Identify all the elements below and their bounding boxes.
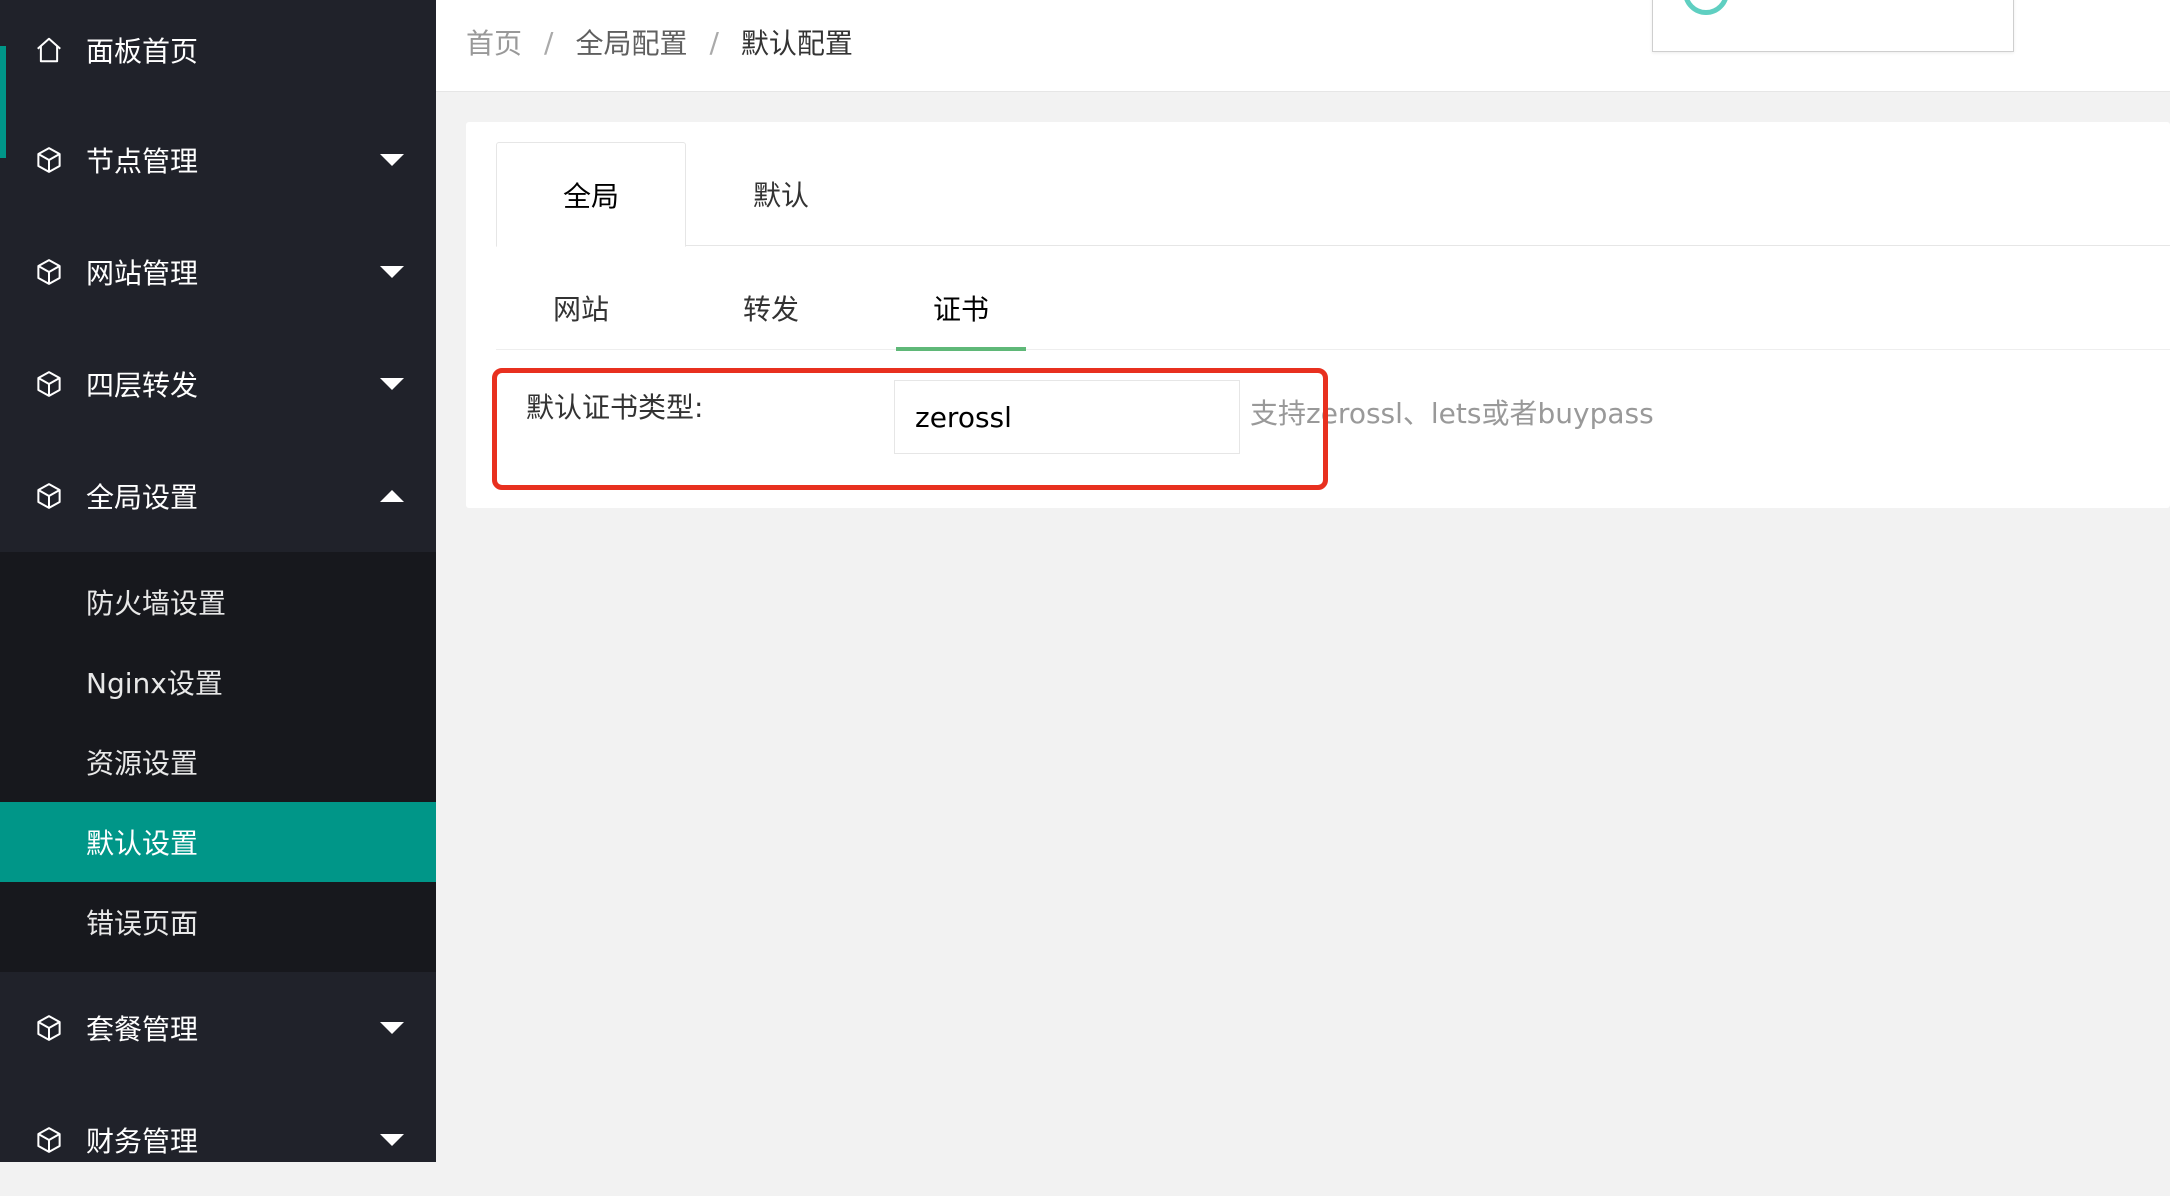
success-ring-icon: [1683, 0, 1729, 15]
global-settings-submenu: 防火墙设置 Nginx设置 资源设置 默认设置 错误页面: [0, 552, 436, 972]
sidebar-item-label: 财务管理: [86, 1125, 199, 1158]
cube-icon: [34, 145, 64, 175]
default-cert-type-hint: 支持zerossl、lets或者buypass: [1250, 397, 1654, 430]
sidebar-item-label: 面板首页: [86, 35, 199, 68]
submenu-item-nginx[interactable]: Nginx设置: [0, 642, 436, 722]
chevron-up-icon: [380, 490, 404, 502]
breadcrumb-global-config[interactable]: 全局配置: [575, 22, 687, 62]
chevron-down-icon: [380, 1022, 404, 1034]
submenu-item-label: 防火墙设置: [86, 587, 227, 620]
sub-tab-bar: 网站 转发 证书: [496, 266, 2170, 351]
default-cert-type-input[interactable]: [894, 380, 1240, 454]
tab-website[interactable]: 网站: [516, 266, 646, 350]
submenu-item-default-settings[interactable]: 默认设置: [0, 802, 436, 882]
chevron-down-icon: [380, 266, 404, 278]
submenu-item-error-pages[interactable]: 错误页面: [0, 882, 436, 962]
sidebar-item-finance-management[interactable]: 财务管理: [0, 1084, 436, 1196]
sidebar: 面板首页 节点管理 网站管理 四层转发 全局设置 防火墙设置 Nginx设置 资…: [0, 0, 436, 1162]
sidebar-item-label: 四层转发: [86, 369, 199, 402]
tab-default[interactable]: 默认: [686, 142, 876, 246]
submenu-item-label: 错误页面: [86, 907, 199, 940]
submenu-item-label: Nginx设置: [86, 667, 223, 700]
sidebar-item-node-management[interactable]: 节点管理: [0, 104, 436, 216]
chevron-down-icon: [380, 154, 404, 166]
cube-icon: [34, 257, 64, 287]
breadcrumb-home[interactable]: 首页: [466, 22, 522, 62]
top-tab-bar: 全局 默认: [496, 142, 2170, 247]
submenu-item-label: 资源设置: [86, 747, 199, 780]
breadcrumb-separator: /: [544, 25, 554, 59]
breadcrumb-default-config: 默认配置: [740, 27, 853, 60]
breadcrumb: 首页 / 全局配置 / 默认配置: [466, 22, 853, 62]
tab-global[interactable]: 全局: [496, 142, 686, 247]
sidebar-item-global-settings[interactable]: 全局设置: [0, 440, 436, 552]
sidebar-item-dashboard[interactable]: 面板首页: [0, 0, 436, 106]
tab-forward[interactable]: 转发: [706, 266, 836, 350]
submenu-item-resources[interactable]: 资源设置: [0, 722, 436, 802]
default-cert-type-label: 默认证书类型:: [526, 391, 704, 424]
sidebar-item-l4-forwarding[interactable]: 四层转发: [0, 328, 436, 440]
tab-certificate[interactable]: 证书: [896, 266, 1026, 351]
submenu-item-firewall[interactable]: 防火墙设置: [0, 562, 436, 642]
settings-card: 全局 默认 网站 转发 证书: [466, 122, 2170, 508]
sidebar-item-label: 套餐管理: [86, 1013, 199, 1046]
sidebar-item-label: 节点管理: [86, 145, 199, 178]
cube-icon: [34, 369, 64, 399]
cube-icon: [34, 481, 64, 511]
toast-notification: [1652, 0, 2014, 52]
sidebar-item-label: 全局设置: [86, 481, 199, 514]
sidebar-item-label: 网站管理: [86, 257, 199, 290]
header: 首页 / 全局配置 / 默认配置: [436, 0, 2170, 92]
cube-icon: [34, 1125, 64, 1155]
sidebar-item-plan-management[interactable]: 套餐管理: [0, 972, 436, 1084]
sidebar-item-site-management[interactable]: 网站管理: [0, 216, 436, 328]
home-icon: [34, 35, 64, 65]
breadcrumb-separator: /: [709, 25, 719, 59]
submenu-item-label: 默认设置: [86, 827, 199, 860]
chevron-down-icon: [380, 1134, 404, 1146]
cube-icon: [34, 1013, 64, 1043]
chevron-down-icon: [380, 378, 404, 390]
